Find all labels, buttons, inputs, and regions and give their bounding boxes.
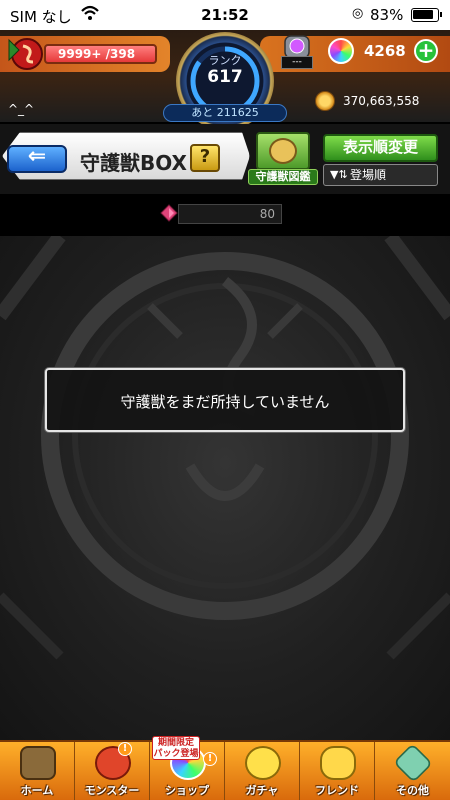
gacha-icon (245, 746, 281, 780)
monster-notice-badge: ! (118, 742, 132, 756)
rank-label: ランク (208, 54, 242, 67)
nav-home-label: ホーム (20, 784, 54, 797)
nav-gacha[interactable]: ガチャ (225, 742, 300, 800)
nav-other[interactable]: その他 (375, 742, 450, 800)
filter-sort-icon: ▼⇅ (330, 168, 348, 181)
rotation-lock-icon: ◎ (352, 6, 364, 21)
orb-icon (328, 38, 354, 64)
nav-friend-label: フレンド (315, 784, 359, 797)
emote-text: ^_^ (8, 102, 35, 116)
nav-home[interactable]: ホーム (0, 742, 75, 800)
battery-percent: 83% (370, 6, 404, 24)
stamina-text: 9999+ /398 (58, 47, 135, 61)
gold-count: 370,663,558 (343, 94, 420, 108)
home-icon (20, 746, 56, 780)
nav-monster-label: モンスター (84, 784, 140, 797)
nav-friend[interactable]: フレンド (300, 742, 375, 800)
empty-message-text: 守護獣をまだ所持していません (120, 393, 330, 411)
change-sort-button[interactable]: 表示順変更 (323, 134, 438, 162)
emblem-background (0, 236, 450, 660)
gem-icon (160, 204, 178, 222)
nav-shop-label: ショップ (165, 784, 209, 797)
page-title: 守護獣BOX (80, 151, 187, 175)
guardian-face-icon (269, 138, 297, 164)
next-rank-exp: あと 211625 (163, 104, 287, 122)
sort-order-selector[interactable]: ▼⇅ 登場順 (323, 164, 438, 186)
guardian-list-area[interactable]: 守護獣をまだ所持していません (0, 236, 450, 740)
rank-value: 617 (207, 67, 243, 87)
empty-message-box: 守護獣をまだ所持していません (45, 368, 405, 432)
box-count: 80 (160, 202, 282, 226)
friend-icon (320, 746, 356, 780)
nav-other-label: その他 (396, 784, 429, 797)
other-icon (393, 743, 433, 783)
nav-monster[interactable]: モンスター (75, 742, 150, 800)
bottom-navigation: ホーム モンスター ショップ ガチャ フレンド その他 (0, 740, 450, 800)
stamina-max: /398 (105, 47, 136, 61)
back-button[interactable]: ⇐ (7, 145, 67, 173)
help-button[interactable]: ? (190, 144, 220, 172)
game-header: 9999+ /398 ランク 617 --- 4268 + ^_^ あと 211… (0, 30, 450, 130)
orb-count: 4268 (364, 42, 406, 60)
status-bar: SIM なし 21:52 ◎ 83% (0, 0, 450, 30)
limited-pack-badge: 期間限定 パック登場 (152, 736, 200, 760)
orb-bank-value: --- (281, 56, 313, 69)
stamina-icon (8, 38, 43, 70)
gold-coin-icon (315, 91, 335, 111)
nav-gacha-label: ガチャ (245, 784, 279, 797)
sort-order-label: 登場順 (350, 168, 387, 182)
shop-notice-badge: ! (203, 752, 217, 766)
battery-icon (411, 8, 442, 22)
title-bar: ⇐ 守護獣BOX ? 守護獣図鑑 表示順変更 ▼⇅ 登場順 (0, 124, 450, 194)
add-orb-button[interactable]: + (414, 39, 438, 63)
count-value: 80 (178, 204, 282, 224)
stamina-current: 9999+ (58, 47, 102, 61)
guardian-encyclopedia-button[interactable]: 守護獣図鑑 (248, 132, 318, 185)
encyclopedia-label: 守護獣図鑑 (248, 169, 318, 185)
